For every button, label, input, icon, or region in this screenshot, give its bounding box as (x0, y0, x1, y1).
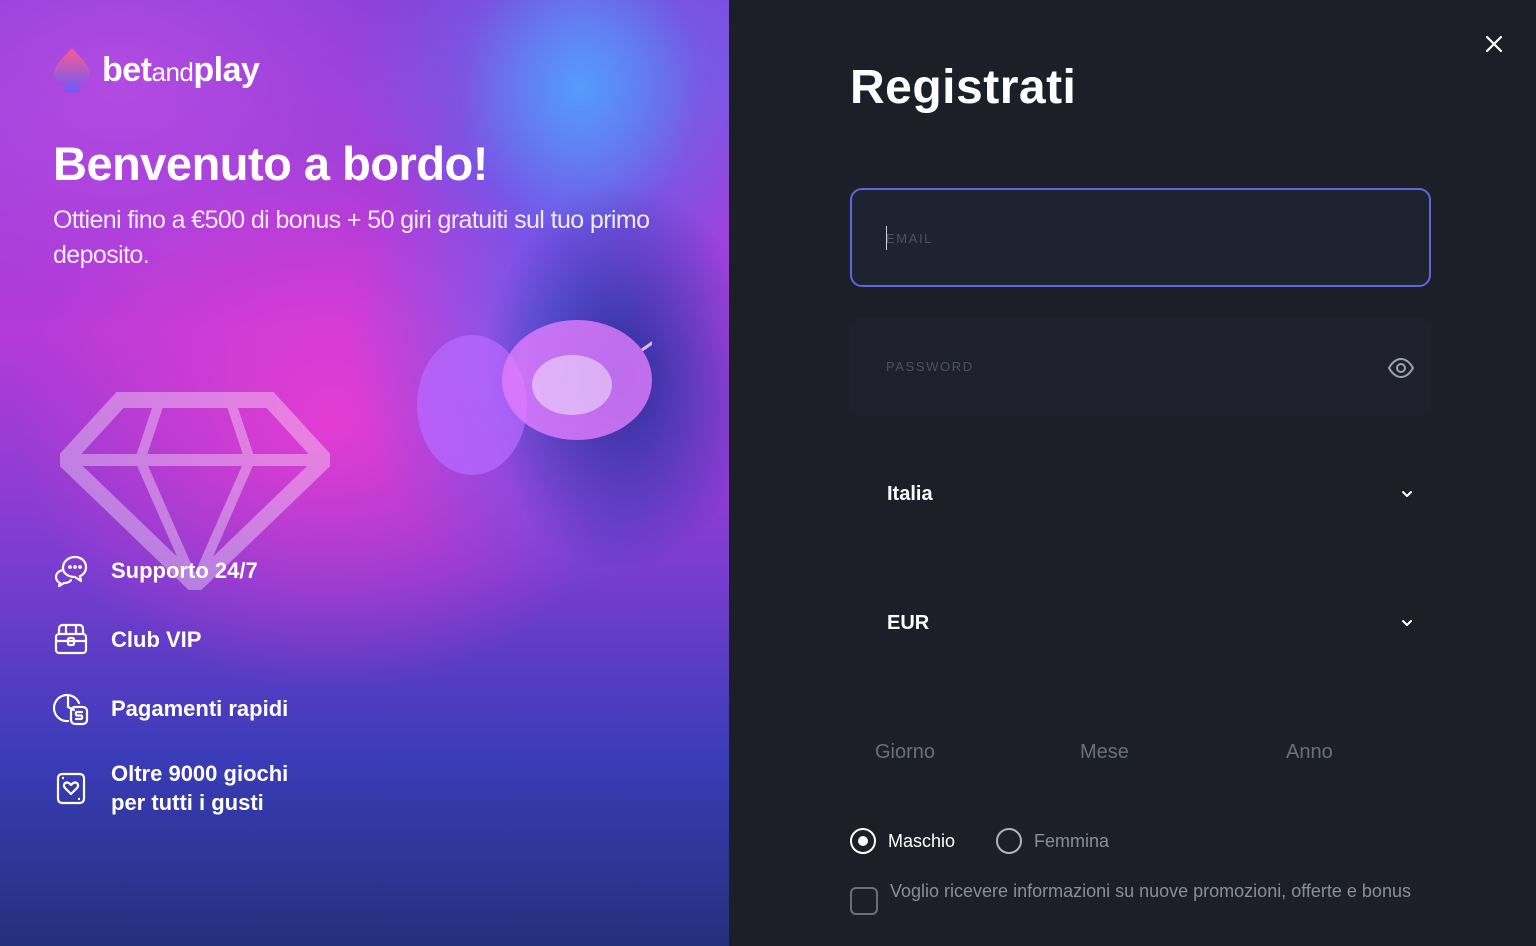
email-placeholder: EMAIL (886, 231, 934, 246)
feature-item-vip: Club VIP (53, 621, 288, 657)
gender-male-radio[interactable]: Maschio (850, 828, 955, 854)
promo-checkbox-label: Voglio ricevere informazioni su nuove pr… (890, 881, 1411, 901)
radio-button-checked[interactable] (850, 828, 876, 854)
password-field[interactable]: PASSWORD (850, 318, 1431, 417)
feature-label: Club VIP (111, 626, 202, 652)
feature-label: Supporto 24/7 (111, 557, 258, 583)
hero-title: Benvenuto a bordo! (53, 137, 488, 190)
currency-value: EUR (887, 612, 930, 634)
currency-select[interactable]: EUR (850, 575, 1431, 674)
radio-button[interactable] (996, 828, 1022, 854)
card-games-icon (56, 772, 86, 805)
country-select[interactable]: Italia (850, 446, 1431, 545)
features-list: Supporto 24/7 Club VIP Pagamenti rapidi (53, 552, 288, 850)
chevron-down-icon (1402, 620, 1412, 626)
sunglasses-reflection (417, 320, 652, 475)
gender-male-label: Maschio (888, 830, 956, 851)
dob-year-select[interactable]: Anno (1286, 741, 1333, 764)
chat-support-icon (54, 555, 88, 588)
promo-panel: betandplay Benvenuto a bordo! Ottieni fi… (0, 0, 729, 946)
gender-female-label: Femmina (1034, 830, 1110, 851)
eye-icon[interactable] (1387, 354, 1415, 382)
brand-wordmark: betandplay (102, 50, 260, 89)
promo-checkbox[interactable] (850, 887, 878, 915)
feature-label: Pagamenti rapidi (111, 695, 289, 721)
dob-day-select[interactable]: Giorno (875, 741, 935, 764)
dob-month-select[interactable]: Mese (1080, 741, 1129, 764)
feature-item-support: Supporto 24/7 (53, 552, 288, 588)
gender-female-radio[interactable]: Femmina (996, 828, 1109, 854)
brand-logo[interactable]: betandplay (52, 46, 260, 94)
vip-chest-icon (54, 623, 88, 655)
close-icon[interactable] (1482, 32, 1506, 56)
fast-payment-icon (53, 693, 89, 726)
hero-subtitle: Ottieni fino a €500 di bonus + 50 giri g… (53, 206, 650, 269)
feature-item-payments: Pagamenti rapidi (53, 690, 288, 726)
feature-item-games: Oltre 9000 giochi per tutti i gusti (53, 759, 288, 817)
password-placeholder: PASSWORD (886, 359, 974, 374)
feature-label: Oltre 9000 giochi per tutti i gusti (111, 761, 289, 815)
form-title: Registrati (850, 61, 1077, 114)
spade-logo-icon (54, 48, 90, 92)
chevron-down-icon (1402, 491, 1412, 497)
email-field[interactable]: EMAIL (850, 188, 1431, 287)
country-value: Italia (887, 483, 933, 505)
